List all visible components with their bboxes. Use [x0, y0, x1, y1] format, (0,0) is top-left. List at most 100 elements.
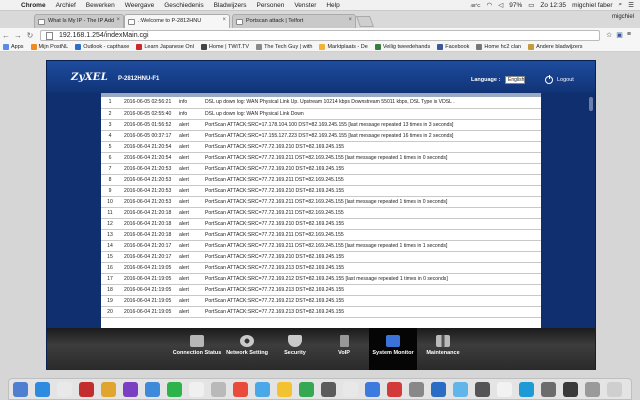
nav-network-setting[interactable]: Network Setting	[225, 328, 269, 370]
battery-icon[interactable]: ▭	[528, 1, 534, 9]
menu-personen[interactable]: Personen	[251, 2, 289, 9]
menu-bladwijzers[interactable]: Bladwijzers	[209, 2, 252, 9]
tab-what-is-my-ip[interactable]: What Is My IP - The IP Add ×	[34, 14, 124, 28]
menu-venster[interactable]: Venster	[289, 2, 321, 9]
search-icon[interactable]: ⌕	[619, 1, 623, 9]
menu-help[interactable]: Help	[321, 2, 344, 9]
table-row: 12 2016-06-04 21:20:18 alert PortScan ATTAC…	[101, 218, 541, 229]
menu-list-icon[interactable]: ☰	[628, 1, 634, 9]
postnl-icon	[30, 43, 37, 50]
reload-icon[interactable]: ↻	[24, 31, 36, 40]
close-icon[interactable]: ×	[348, 17, 352, 23]
dock-app-icon[interactable]	[475, 382, 490, 397]
clock[interactable]: Zo 12:35	[540, 2, 566, 9]
dock-app-icon[interactable]	[387, 382, 402, 397]
log-msg-cell: PortScan ATTACK:SRC=77.72.169.210 DST=82…	[205, 253, 345, 260]
dock-app-icon[interactable]	[563, 382, 578, 397]
dock-app-icon[interactable]	[321, 382, 336, 397]
dock-app-icon[interactable]	[497, 382, 512, 397]
temperature-readout[interactable]: 48°C	[470, 3, 480, 8]
dock-app-icon[interactable]	[365, 382, 380, 397]
dock-app-icon[interactable]	[431, 382, 446, 397]
table-row: 20 2016-06-04 21:19:05 alert PortScan ATTAC…	[101, 306, 541, 317]
dock-app-icon[interactable]	[79, 382, 94, 397]
log-level-cell: alert	[179, 121, 189, 128]
forward-arrow-icon[interactable]: →	[12, 31, 24, 40]
log-level-cell: alert	[179, 275, 189, 282]
log-date-cell: 2016-06-04 21:20:17	[124, 253, 172, 260]
dock-app-icon[interactable]	[299, 382, 314, 397]
dock-app-icon[interactable]	[189, 382, 204, 397]
bookmark-other[interactable]: Andere bladwijzers	[528, 43, 583, 50]
nav-label: Maintenance	[426, 350, 460, 356]
extension-icon[interactable]: ▣	[616, 31, 623, 39]
bookmark-hc2-clan[interactable]: Home hc2 clan	[476, 43, 521, 50]
log-level-cell: alert	[179, 198, 189, 205]
tab-zyxel-welcome[interactable]: .:Welcome to P-2812HNU ×	[124, 14, 230, 28]
menu-weergave[interactable]: Weergave	[120, 2, 160, 9]
tools-icon	[436, 335, 450, 347]
dock-app-icon[interactable]	[409, 382, 424, 397]
bookmark-twit[interactable]: Home | TWiT.TV	[200, 43, 249, 50]
bookmark-learn-japanese[interactable]: Learn Japanese Onl	[136, 43, 194, 50]
dock-app-icon[interactable]	[519, 382, 534, 397]
back-arrow-icon[interactable]: ←	[0, 31, 12, 40]
log-n-cell: 12	[107, 220, 113, 227]
dock-app-icon[interactable]	[453, 382, 468, 397]
dock-app-icon[interactable]	[57, 382, 72, 397]
star-icon[interactable]: ☆	[606, 31, 612, 39]
dock-app-icon[interactable]	[585, 382, 600, 397]
bookmark-veilig-tweedehands[interactable]: Veilig tweedehands	[374, 43, 430, 50]
main-nav: Connection Status Network Setting Securi…	[47, 328, 595, 370]
dock-app-icon[interactable]	[277, 382, 292, 397]
menu-archief[interactable]: Archief	[51, 2, 81, 9]
page-info-icon[interactable]	[46, 31, 53, 40]
log-date-cell: 2016-06-05 01:56:52	[124, 121, 172, 128]
tab-portscan-attack[interactable]: Portscan attack | Telfort ×	[232, 14, 356, 28]
dock-app-icon[interactable]	[211, 382, 226, 397]
dock-app-icon[interactable]	[167, 382, 182, 397]
bookmark-marktplaats[interactable]: Marktplaats - De	[319, 43, 368, 50]
dock-app-icon[interactable]	[607, 382, 622, 397]
dock-app-icon[interactable]	[145, 382, 160, 397]
tab-title: Portscan attack | Telfort	[246, 18, 304, 24]
menu-app[interactable]: Chrome	[16, 2, 51, 9]
nav-system-monitor[interactable]: System Monitor	[369, 328, 417, 370]
profile-name[interactable]: migchiel	[612, 14, 634, 20]
volume-icon[interactable]: ◁	[498, 1, 503, 9]
bookmark-mijn-postnl[interactable]: Mijn PostNL	[30, 43, 68, 50]
dock-app-icon[interactable]	[123, 382, 138, 397]
nav-connection-status[interactable]: Connection Status	[169, 328, 225, 370]
scrollbar[interactable]	[589, 97, 593, 111]
logout-link[interactable]: Logout	[557, 77, 574, 83]
close-icon[interactable]: ×	[116, 17, 120, 23]
close-icon[interactable]: ×	[222, 17, 226, 23]
dock-app-icon[interactable]	[255, 382, 270, 397]
power-icon[interactable]	[545, 75, 553, 84]
address-bar[interactable]: 192.168.1.254/indexMain.cgi	[40, 29, 600, 41]
bookmark-apps[interactable]: Apps	[3, 43, 24, 50]
log-level-cell: alert	[179, 231, 189, 238]
url-text[interactable]: 192.168.1.254/indexMain.cgi	[59, 32, 149, 39]
dock-app-icon[interactable]	[343, 382, 358, 397]
menu-icon[interactable]: ≡	[627, 31, 631, 39]
menu-geschiedenis[interactable]: Geschiedenis	[159, 2, 208, 9]
menu-bewerken[interactable]: Bewerken	[81, 2, 120, 9]
bookmark-facebook[interactable]: Facebook	[437, 43, 469, 50]
dock-app-icon[interactable]	[13, 382, 28, 397]
nav-security[interactable]: Security	[273, 328, 317, 370]
language-select[interactable]: English	[505, 76, 525, 84]
dock-app-icon[interactable]	[35, 382, 50, 397]
new-tab-button[interactable]	[355, 16, 375, 27]
bookmark-outlook[interactable]: Outlook - capthaxe	[75, 43, 129, 50]
log-n-cell: 13	[107, 231, 113, 238]
battery-percent[interactable]: 97%	[509, 2, 522, 9]
user-name[interactable]: migchiel faber	[572, 2, 612, 9]
nav-voip[interactable]: VoIP	[322, 328, 366, 370]
bookmark-tech-guy[interactable]: The Tech Guy | with	[256, 43, 312, 50]
nav-maintenance[interactable]: Maintenance	[419, 328, 467, 370]
dock-app-icon[interactable]	[541, 382, 556, 397]
wifi-icon[interactable]: ◠	[487, 1, 493, 9]
dock-app-icon[interactable]	[101, 382, 116, 397]
dock-app-icon[interactable]	[233, 382, 248, 397]
